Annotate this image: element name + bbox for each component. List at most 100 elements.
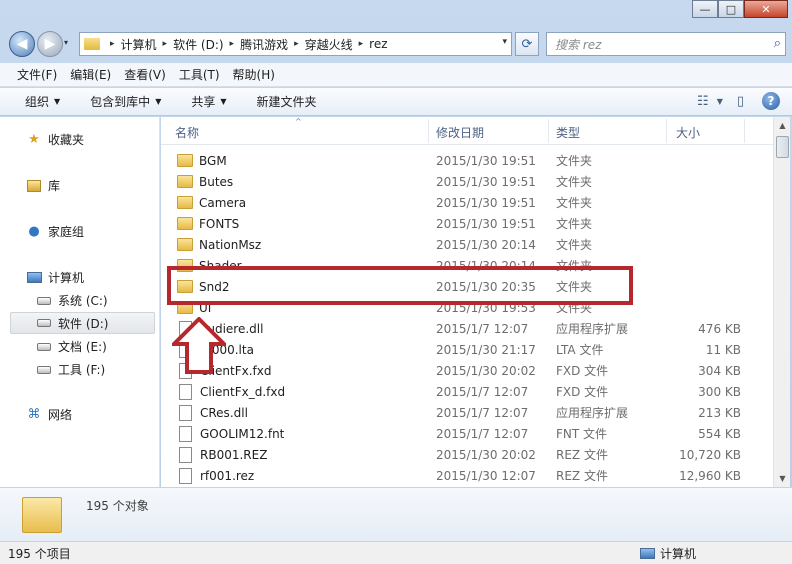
preview-pane-icon[interactable]: ▯ bbox=[737, 94, 744, 109]
column-divider[interactable] bbox=[666, 119, 667, 143]
refresh-button[interactable]: ⟳ bbox=[515, 32, 539, 56]
scroll-down-button[interactable]: ▼ bbox=[774, 470, 791, 487]
close-button[interactable]: ✕ bbox=[744, 0, 788, 18]
sidebar-item-drive-e[interactable]: 文档 (E:) bbox=[36, 338, 107, 355]
file-date: 2015/1/30 12:07 bbox=[436, 468, 536, 483]
search-icon[interactable]: ⌕ bbox=[774, 36, 781, 51]
column-size[interactable]: 大小 bbox=[676, 124, 700, 141]
help-icon[interactable]: ? bbox=[762, 92, 780, 110]
file-row[interactable]: RB001.REZ 2015/1/30 20:02 REZ 文件 10,720 KB bbox=[161, 444, 773, 465]
forward-arrow-icon: ▶ bbox=[44, 36, 56, 52]
sidebar-item-drive-c[interactable]: 系统 (C:) bbox=[36, 292, 108, 309]
menu-view[interactable]: 查看(V) bbox=[124, 66, 166, 83]
file-row[interactable]: BGM 2015/1/30 19:51 文件夹 bbox=[161, 150, 773, 171]
file-icon bbox=[179, 425, 192, 442]
file-row[interactable]: GOOLIM12.fnt 2015/1/7 12:07 FNT 文件 554 KB bbox=[161, 423, 773, 444]
menu-help[interactable]: 帮助(H) bbox=[233, 66, 275, 83]
sidebar-item-homegroup[interactable]: ● 家庭组 bbox=[26, 223, 84, 240]
file-name: Camera bbox=[177, 196, 246, 210]
file-icon bbox=[179, 467, 192, 484]
breadcrumb-item[interactable]: 计算机 bbox=[121, 36, 157, 53]
include-in-library-button[interactable]: 包含到库中 ▼ bbox=[90, 93, 161, 110]
sidebar-item-drive-d[interactable]: 软件 (D:) bbox=[10, 312, 155, 334]
sidebar-item-network[interactable]: ⌘ 网络 bbox=[26, 406, 73, 423]
sidebar-item-label: 收藏夹 bbox=[48, 133, 85, 147]
column-date[interactable]: 修改日期 bbox=[436, 124, 484, 141]
computer-icon bbox=[26, 271, 42, 285]
file-date: 2015/1/30 21:17 bbox=[436, 342, 536, 357]
file-name: GOOLIM12.fnt bbox=[177, 425, 284, 442]
up-arrow-icon bbox=[172, 317, 226, 374]
column-type[interactable]: 类型 bbox=[556, 124, 580, 141]
view-options-icon[interactable]: ☷ bbox=[697, 94, 709, 109]
column-divider[interactable] bbox=[428, 119, 429, 143]
file-row[interactable]: CRes.dll 2015/1/7 12:07 应用程序扩展 213 KB bbox=[161, 402, 773, 423]
address-dropdown[interactable]: ▾ bbox=[502, 37, 507, 47]
folder-icon bbox=[22, 497, 62, 533]
recent-pages-dropdown[interactable]: ▾ bbox=[64, 38, 68, 47]
breadcrumb: ▸ 计算机 ▸ 软件 (D:) ▸ 腾讯游戏 ▸ 穿越火线 ▸ rez bbox=[104, 36, 388, 53]
breadcrumb-chevron-icon[interactable]: ▸ bbox=[163, 39, 168, 49]
sidebar-item-label: 计算机 bbox=[48, 271, 85, 285]
menu-edit[interactable]: 编辑(E) bbox=[70, 66, 111, 83]
file-date: 2015/1/30 20:02 bbox=[436, 363, 536, 378]
forward-button[interactable]: ▶ bbox=[37, 31, 63, 57]
breadcrumb-item[interactable]: 腾讯游戏 bbox=[240, 36, 288, 53]
maximize-button[interactable]: □ bbox=[718, 0, 744, 18]
minimize-button[interactable]: — bbox=[692, 0, 718, 18]
view-dropdown-icon[interactable]: ▼ bbox=[717, 97, 723, 106]
share-button[interactable]: 共享 ▼ bbox=[191, 93, 226, 110]
file-row[interactable]: rf001.rez 2015/1/30 12:07 REZ 文件 12,960 KB bbox=[161, 465, 773, 486]
command-bar: 组织 ▼ 包含到库中 ▼ 共享 ▼ 新建文件夹 ☷ ▼ ▯ ? bbox=[0, 88, 792, 116]
file-size: 554 KB bbox=[698, 426, 741, 441]
system-drive-icon bbox=[36, 294, 52, 308]
back-arrow-icon: ◀ bbox=[16, 36, 28, 52]
file-name-label: NationMsz bbox=[199, 237, 262, 252]
file-name: BGM bbox=[177, 154, 227, 168]
navigation-pane: ★ 收藏夹 库 ● 家庭组 计算机 系统 (C:) 软件 (D:) 文档 (E:… bbox=[0, 117, 160, 487]
sidebar-item-label: 库 bbox=[48, 179, 61, 193]
breadcrumb-item[interactable]: 穿越火线 bbox=[305, 36, 353, 53]
file-name-label: rf001.rez bbox=[200, 468, 255, 483]
file-row[interactable]: ClientFx_d.fxd 2015/1/7 12:07 FXD 文件 300 KB bbox=[161, 381, 773, 402]
sidebar-item-computer[interactable]: 计算机 bbox=[26, 269, 84, 286]
sidebar-item-drive-f[interactable]: 工具 (F:) bbox=[36, 361, 105, 378]
file-row[interactable]: FONTS 2015/1/30 19:51 文件夹 bbox=[161, 213, 773, 234]
scroll-thumb[interactable] bbox=[776, 136, 789, 158]
back-button[interactable]: ◀ bbox=[9, 31, 35, 57]
organize-button[interactable]: 组织 ▼ bbox=[25, 93, 60, 110]
vertical-scrollbar[interactable]: ▲ ▼ bbox=[773, 117, 790, 487]
breadcrumb-chevron-icon[interactable]: ▸ bbox=[230, 39, 235, 49]
scroll-up-button[interactable]: ▲ bbox=[774, 117, 791, 134]
breadcrumb-chevron-icon[interactable]: ▸ bbox=[294, 39, 299, 49]
window-caption-buttons: — □ ✕ bbox=[692, 0, 788, 18]
file-size: 304 KB bbox=[698, 363, 741, 378]
column-name[interactable]: 名称 bbox=[175, 124, 199, 141]
file-name: FONTS bbox=[177, 217, 239, 231]
file-row[interactable]: ClientFx.fxd 2015/1/30 20:02 FXD 文件 304 KB bbox=[161, 360, 773, 381]
breadcrumb-item[interactable]: 软件 (D:) bbox=[173, 36, 223, 53]
file-row[interactable]: Butes 2015/1/30 19:51 文件夹 bbox=[161, 171, 773, 192]
search-input[interactable]: 搜索 rez ⌕ bbox=[546, 32, 786, 56]
menu-tools[interactable]: 工具(T) bbox=[179, 66, 220, 83]
breadcrumb-chevron-icon[interactable]: ▸ bbox=[359, 39, 364, 49]
column-divider[interactable] bbox=[744, 119, 745, 143]
column-divider[interactable] bbox=[548, 119, 549, 143]
refresh-icon: ⟳ bbox=[521, 36, 533, 52]
menu-file[interactable]: 文件(F) bbox=[17, 66, 57, 83]
address-bar[interactable]: ▸ 计算机 ▸ 软件 (D:) ▸ 腾讯游戏 ▸ 穿越火线 ▸ rez ▾ bbox=[79, 32, 512, 56]
file-row[interactable]: Camera 2015/1/30 19:51 文件夹 bbox=[161, 192, 773, 213]
breadcrumb-chevron-icon[interactable]: ▸ bbox=[110, 39, 115, 49]
sidebar-item-favorites[interactable]: ★ 收藏夹 bbox=[26, 131, 84, 148]
file-row[interactable]: audiere.dll 2015/1/7 12:07 应用程序扩展 476 KB bbox=[161, 318, 773, 339]
status-bar: 195 个项目 计算机 bbox=[0, 541, 792, 564]
breadcrumb-item[interactable]: rez bbox=[369, 37, 387, 51]
file-row[interactable]: bf000.lta 2015/1/30 21:17 LTA 文件 11 KB bbox=[161, 339, 773, 360]
new-folder-button[interactable]: 新建文件夹 bbox=[257, 93, 317, 110]
drive-icon bbox=[36, 340, 52, 354]
highlight-box bbox=[167, 266, 633, 305]
sidebar-item-label: 软件 (D:) bbox=[58, 316, 109, 331]
sidebar-item-libraries[interactable]: 库 bbox=[26, 177, 60, 194]
file-row[interactable]: NationMsz 2015/1/30 20:14 文件夹 bbox=[161, 234, 773, 255]
file-date: 2015/1/7 12:07 bbox=[436, 321, 529, 336]
